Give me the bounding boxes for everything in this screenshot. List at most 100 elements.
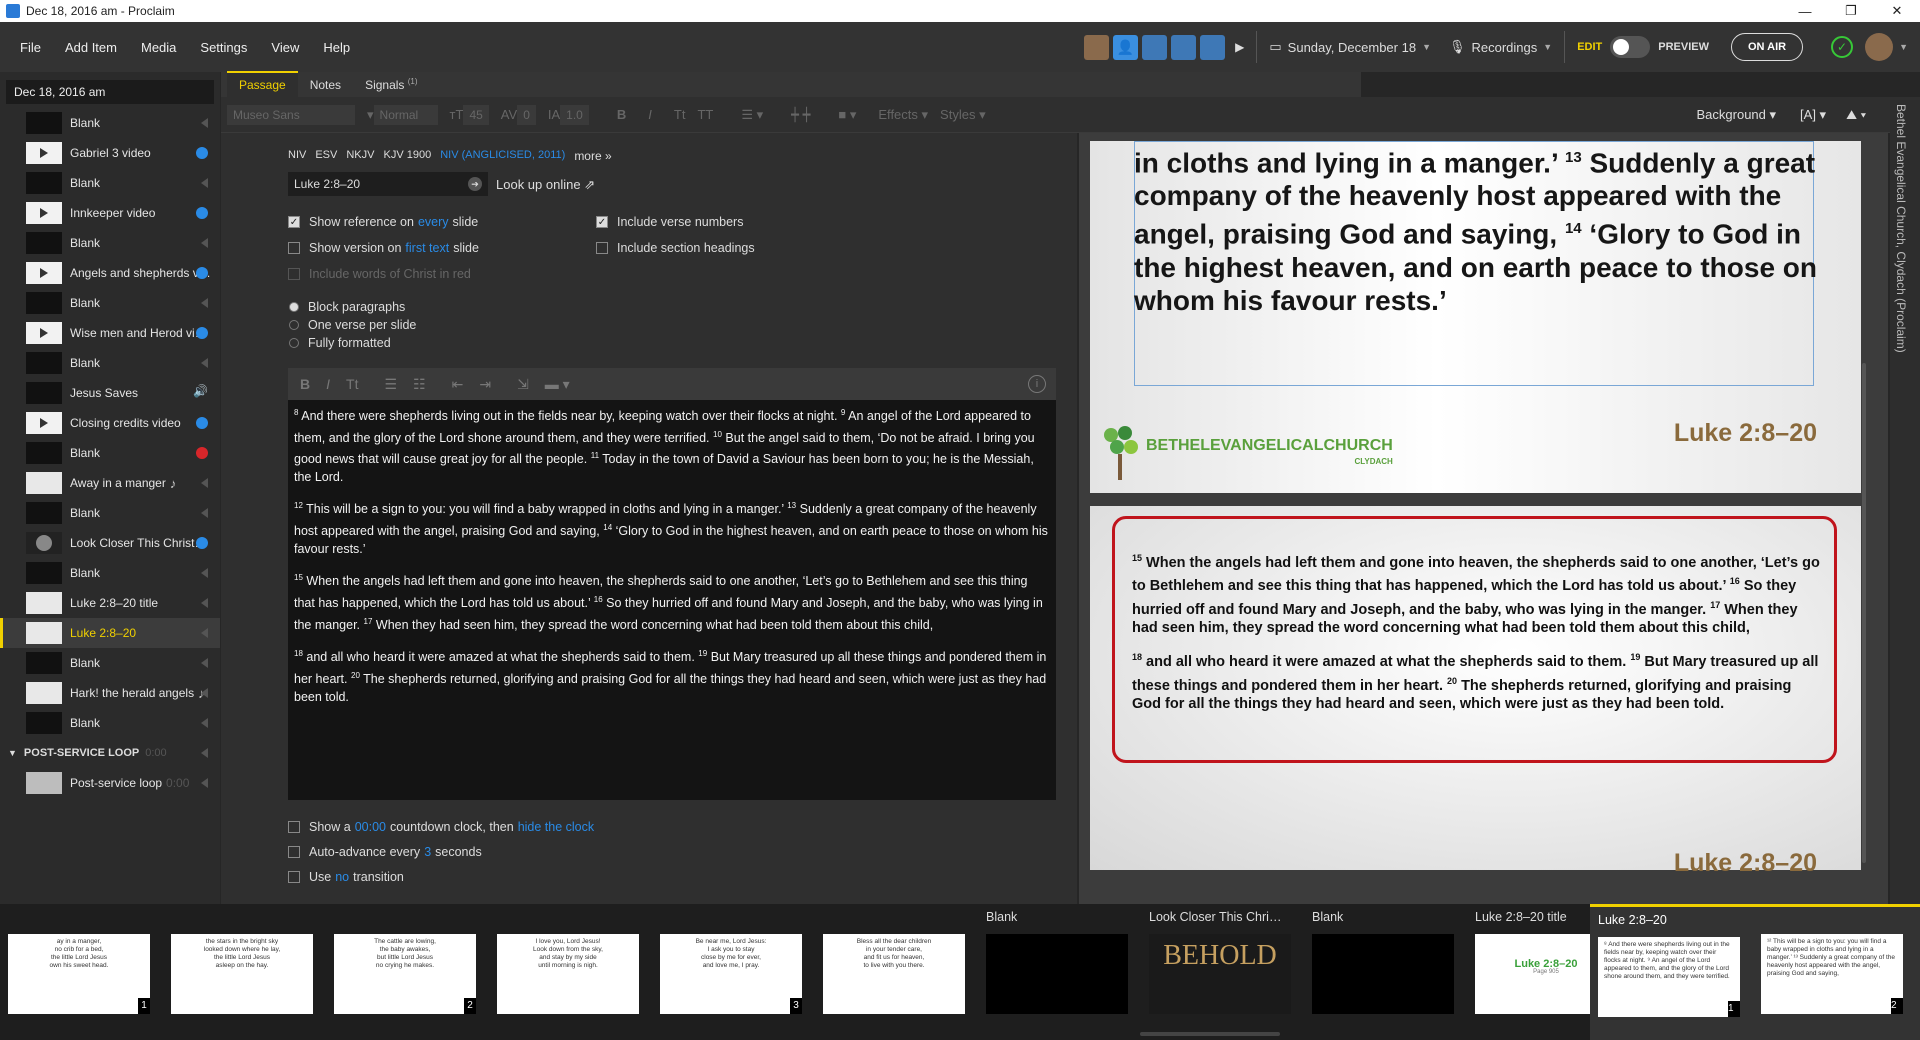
speaker-icon[interactable] [201,358,208,368]
advance-seconds-link[interactable]: 3 [424,845,431,859]
service-item[interactable]: Post-service loop 0:00 [0,768,220,798]
speaker-icon[interactable] [201,238,208,248]
styles-dropdown[interactable]: Styles ▾ [940,107,986,123]
hide-clock-link[interactable]: hide the clock [518,820,594,834]
radio[interactable] [289,338,299,348]
bold-icon[interactable]: B [300,376,310,392]
slide-thumbnail[interactable]: ay in a manger, no crib for a bed, the l… [8,934,150,1014]
slide-thumbnail[interactable] [1312,934,1454,1014]
menu-file[interactable]: File [8,40,53,55]
version-kjv-1900[interactable]: KJV 1900 [383,149,431,163]
passage-text-editor[interactable]: 8 And there were shepherds living out in… [288,400,1056,800]
service-item[interactable]: Blank [0,648,220,678]
slide-thumbnail[interactable]: ⁸ And there were shepherds living out in… [1598,937,1740,1017]
play-icon[interactable]: ▶ [1235,40,1244,54]
italic-icon[interactable]: I [326,376,330,392]
preview-scrollbar[interactable] [1862,363,1866,863]
menu-add-item[interactable]: Add Item [53,40,129,55]
selected-version[interactable]: NIV (ANGLICISED, 2011) [440,149,565,163]
show-reference-option[interactable]: ✓ Show reference on every slide [288,215,478,229]
checkbox[interactable] [288,821,300,833]
slide-thumbnail[interactable]: the stars in the bright sky looked down … [171,934,313,1014]
minimize-icon[interactable]: — [1782,0,1828,22]
play-status-icon[interactable] [196,327,208,339]
version-nkjv[interactable]: NKJV [346,149,374,163]
slide-thumbnail[interactable]: ¹² This will be a sign to you: you will … [1761,934,1903,1014]
all-caps-icon[interactable]: TT [697,107,713,122]
avatar[interactable] [1865,33,1894,61]
speaker-icon[interactable] [201,178,208,188]
every-link[interactable]: every [418,215,449,229]
play-status-icon[interactable] [196,267,208,279]
reference-input[interactable]: Luke 2:8–20 [288,172,488,196]
one-verse-radio[interactable]: One verse per slide [288,318,416,332]
service-item[interactable]: Angels and shepherds v… [0,258,220,288]
service-item[interactable]: Blank [0,498,220,528]
slide-cell[interactable]: Look Closer This Chri… BEHOLD [1141,904,1303,1040]
slide-thumbnail[interactable]: Bless all the dear children in your tend… [823,934,965,1014]
slide-cell[interactable]: ¹² This will be a sign to you: you will … [1753,904,1915,1040]
vertical-align-icon[interactable]: ┿ ┿ [791,107,810,123]
slide-cell[interactable]: Be near me, Lord Jesus: I ask you to sta… [652,904,814,1040]
service-item[interactable]: Wise men and Herod vi… [0,318,220,348]
preview-mode-label[interactable]: PREVIEW [1658,41,1709,53]
post-service-section[interactable]: ▼ POST-SERVICE LOOP 0:00 [0,738,220,768]
insert-icon[interactable]: ⇲ [517,376,529,393]
go-arrow-icon[interactable]: ➔ [468,177,482,191]
menu-media[interactable]: Media [129,40,188,55]
speaker-icon[interactable] [201,598,208,608]
service-item[interactable]: Blank [0,168,220,198]
radio[interactable] [289,302,299,312]
slide-cell[interactable]: the stars in the bright sky looked down … [163,904,325,1040]
slide-cell[interactable]: Blank [978,904,1140,1040]
bold-icon[interactable]: B [617,107,626,122]
checkbox[interactable]: ✓ [596,216,608,228]
version-niv[interactable]: NIV [288,149,306,163]
slide-cell[interactable]: I love you, Lord Jesus! Look down from t… [489,904,651,1040]
speaker-icon[interactable] [201,658,208,668]
speaker-icon[interactable] [201,508,208,518]
checkbox[interactable] [596,242,608,254]
version-esv[interactable]: ESV [315,149,337,163]
words-of-christ-option[interactable]: Include words of Christ in red [288,267,471,281]
service-item[interactable]: Look Closer This Christ… [0,528,220,558]
maximize-icon[interactable]: ❐ [1828,0,1874,22]
speaker-icon[interactable] [201,628,208,638]
slide-thumbnail[interactable] [986,934,1128,1014]
text-box-icon[interactable]: [A] ▾ [1800,107,1826,123]
transition-link[interactable]: no [335,870,349,884]
background-dropdown[interactable]: Background ▾ [1697,107,1777,123]
tab-passage[interactable]: Passage [227,71,298,97]
info-icon[interactable]: i [1028,375,1046,393]
italic-icon[interactable]: I [648,107,652,122]
divider-icon[interactable]: ▬ ▾ [545,376,570,393]
service-item[interactable]: Away in a manger ♪ [0,468,220,498]
service-title[interactable]: Dec 18, 2016 am [6,80,214,104]
menu-settings[interactable]: Settings [188,40,259,55]
service-item[interactable]: Blank [0,558,220,588]
play-status-icon[interactable] [196,147,208,159]
checkbox[interactable] [288,242,300,254]
slide-cell[interactable]: Blank [1304,904,1466,1040]
on-air-button[interactable]: ON AIR [1730,33,1804,61]
service-item[interactable]: Luke 2:8–20 [0,618,220,648]
speaker-icon[interactable] [201,778,208,788]
show-version-option[interactable]: Show version on first text slide [288,241,479,255]
verse-numbers-option[interactable]: ✓ Include verse numbers [596,215,743,229]
checkbox[interactable] [288,871,300,883]
effects-dropdown[interactable]: Effects ▾ [878,107,928,123]
align-icon[interactable]: ☰ ▾ [741,107,763,123]
close-icon[interactable]: ✕ [1874,0,1920,22]
check-icon[interactable]: ✓ [1831,36,1854,58]
tab-signals[interactable]: Signals (1) [353,72,429,97]
service-item[interactable]: Gabriel 3 video [0,138,220,168]
service-item[interactable]: Jesus Saves 🔊 [0,378,220,408]
numbered-list-icon[interactable]: ☷ [413,376,426,393]
user-icon[interactable] [1142,34,1168,60]
section-headings-option[interactable]: Include section headings [596,241,755,255]
user-icon[interactable] [1171,34,1197,60]
service-item[interactable]: Luke 2:8–20 title [0,588,220,618]
look-up-online-link[interactable]: Look up online ⇗ [496,177,595,193]
letter-spacing-input[interactable]: 0 [517,104,536,125]
service-item[interactable]: Innkeeper video [0,198,220,228]
